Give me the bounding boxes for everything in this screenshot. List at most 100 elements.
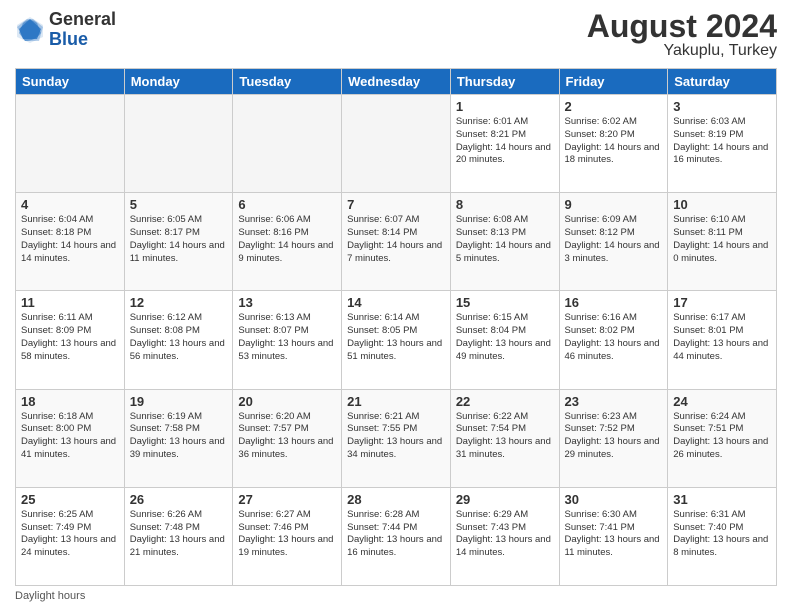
day-info: Sunrise: 6:08 AM Sunset: 8:13 PM Dayligh…: [456, 214, 554, 265]
day-info: Sunrise: 6:29 AM Sunset: 7:43 PM Dayligh…: [456, 509, 554, 560]
week-row-1: 1Sunrise: 6:01 AM Sunset: 8:21 PM Daylig…: [16, 95, 777, 193]
day-info: Sunrise: 6:16 AM Sunset: 8:02 PM Dayligh…: [565, 312, 663, 363]
calendar-cell: 1Sunrise: 6:01 AM Sunset: 8:21 PM Daylig…: [450, 95, 559, 193]
calendar-cell: 7Sunrise: 6:07 AM Sunset: 8:14 PM Daylig…: [342, 193, 451, 291]
day-number: 11: [21, 295, 119, 310]
day-info: Sunrise: 6:12 AM Sunset: 8:08 PM Dayligh…: [130, 312, 228, 363]
day-number: 12: [130, 295, 228, 310]
day-number: 4: [21, 197, 119, 212]
day-number: 7: [347, 197, 445, 212]
day-number: 23: [565, 394, 663, 409]
weekday-header-sunday: Sunday: [16, 69, 125, 95]
calendar-cell: 9 Sunrise: 6:09 AM Sunset: 8:12 PM Daylig…: [559, 193, 668, 291]
calendar-cell: 3 Sunrise: 6:03 AM Sunset: 8:19 PM Daylig…: [668, 95, 777, 193]
day-number: 17: [673, 295, 771, 310]
weekday-header-friday: Friday: [559, 69, 668, 95]
weekday-header-monday: Monday: [124, 69, 233, 95]
weekday-header-row: SundayMondayTuesdayWednesdayThursdayFrid…: [16, 69, 777, 95]
calendar-cell: 31 Sunrise: 6:31 AM Sunset: 7:40 PM Dayli…: [668, 487, 777, 585]
day-number: 10: [673, 197, 771, 212]
day-info: Sunrise: 6:03 AM Sunset: 8:19 PM Dayligh…: [673, 116, 771, 167]
logo: General Blue: [15, 10, 116, 50]
day-info: Sunrise: 6:11 AM Sunset: 8:09 PM Dayligh…: [21, 312, 119, 363]
day-info: Sunrise: 6:28 AM Sunset: 7:44 PM Dayligh…: [347, 509, 445, 560]
calendar-cell: 13Sunrise: 6:13 AM Sunset: 8:07 PM Dayli…: [233, 291, 342, 389]
day-number: 19: [130, 394, 228, 409]
weekday-header-wednesday: Wednesday: [342, 69, 451, 95]
calendar-cell: 23 Sunrise: 6:23 AM Sunset: 7:52 PM Dayli…: [559, 389, 668, 487]
weekday-header-saturday: Saturday: [668, 69, 777, 95]
day-info: Sunrise: 6:22 AM Sunset: 7:54 PM Dayligh…: [456, 411, 554, 462]
day-number: 18: [21, 394, 119, 409]
calendar-cell: 21 Sunrise: 6:21 AM Sunset: 7:55 PM Dayli…: [342, 389, 451, 487]
day-number: 3: [673, 99, 771, 114]
title-block: August 2024 Yakuplu, Turkey: [587, 10, 777, 60]
day-info: Sunrise: 6:23 AM Sunset: 7:52 PM Dayligh…: [565, 411, 663, 462]
calendar-cell: 4 Sunrise: 6:04 AM Sunset: 8:18 PM Daylig…: [16, 193, 125, 291]
day-info: Sunrise: 6:25 AM Sunset: 7:49 PM Dayligh…: [21, 509, 119, 560]
day-number: 30: [565, 492, 663, 507]
day-number: 26: [130, 492, 228, 507]
day-info: Sunrise: 6:24 AM Sunset: 7:51 PM Dayligh…: [673, 411, 771, 462]
calendar-cell: 6Sunrise: 6:06 AM Sunset: 8:16 PM Daylig…: [233, 193, 342, 291]
logo-general-text: General: [49, 9, 116, 29]
day-number: 13: [238, 295, 336, 310]
day-info: Sunrise: 6:27 AM Sunset: 7:46 PM Dayligh…: [238, 509, 336, 560]
calendar-table: SundayMondayTuesdayWednesdayThursdayFrid…: [15, 68, 777, 586]
weekday-header-tuesday: Tuesday: [233, 69, 342, 95]
day-info: Sunrise: 6:05 AM Sunset: 8:17 PM Dayligh…: [130, 214, 228, 265]
day-info: Sunrise: 6:14 AM Sunset: 8:05 PM Dayligh…: [347, 312, 445, 363]
day-number: 14: [347, 295, 445, 310]
calendar-cell: 30 Sunrise: 6:30 AM Sunset: 7:41 PM Dayli…: [559, 487, 668, 585]
page: General Blue August 2024 Yakuplu, Turkey…: [0, 0, 792, 612]
day-number: 28: [347, 492, 445, 507]
calendar-cell: [124, 95, 233, 193]
week-row-4: 18 Sunrise: 6:18 AM Sunset: 8:00 PM Dayli…: [16, 389, 777, 487]
day-info: Sunrise: 6:30 AM Sunset: 7:41 PM Dayligh…: [565, 509, 663, 560]
calendar-cell: 28 Sunrise: 6:28 AM Sunset: 7:44 PM Dayli…: [342, 487, 451, 585]
day-info: Sunrise: 6:20 AM Sunset: 7:57 PM Dayligh…: [238, 411, 336, 462]
calendar-cell: [233, 95, 342, 193]
calendar-cell: 12 Sunrise: 6:12 AM Sunset: 8:08 PM Dayli…: [124, 291, 233, 389]
day-number: 1: [456, 99, 554, 114]
day-number: 5: [130, 197, 228, 212]
logo-icon: [15, 15, 45, 45]
calendar-cell: 22 Sunrise: 6:22 AM Sunset: 7:54 PM Dayli…: [450, 389, 559, 487]
day-info: Sunrise: 6:15 AM Sunset: 8:04 PM Dayligh…: [456, 312, 554, 363]
calendar-cell: 10Sunrise: 6:10 AM Sunset: 8:11 PM Dayli…: [668, 193, 777, 291]
day-info: Sunrise: 6:06 AM Sunset: 8:16 PM Dayligh…: [238, 214, 336, 265]
week-row-2: 4 Sunrise: 6:04 AM Sunset: 8:18 PM Daylig…: [16, 193, 777, 291]
day-info: Sunrise: 6:21 AM Sunset: 7:55 PM Dayligh…: [347, 411, 445, 462]
day-number: 24: [673, 394, 771, 409]
calendar-cell: 24 Sunrise: 6:24 AM Sunset: 7:51 PM Dayli…: [668, 389, 777, 487]
week-row-3: 11 Sunrise: 6:11 AM Sunset: 8:09 PM Dayli…: [16, 291, 777, 389]
day-info: Sunrise: 6:02 AM Sunset: 8:20 PM Dayligh…: [565, 116, 663, 167]
day-number: 31: [673, 492, 771, 507]
calendar-cell: 18 Sunrise: 6:18 AM Sunset: 8:00 PM Dayli…: [16, 389, 125, 487]
calendar-cell: 19 Sunrise: 6:19 AM Sunset: 7:58 PM Dayli…: [124, 389, 233, 487]
calendar-cell: 15 Sunrise: 6:15 AM Sunset: 8:04 PM Dayli…: [450, 291, 559, 389]
calendar-cell: 27Sunrise: 6:27 AM Sunset: 7:46 PM Dayli…: [233, 487, 342, 585]
day-info: Sunrise: 6:31 AM Sunset: 7:40 PM Dayligh…: [673, 509, 771, 560]
footer-note: Daylight hours: [15, 590, 777, 602]
day-number: 8: [456, 197, 554, 212]
calendar-cell: 5 Sunrise: 6:05 AM Sunset: 8:17 PM Daylig…: [124, 193, 233, 291]
month-year: August 2024: [587, 10, 777, 42]
logo-blue-text: Blue: [49, 29, 88, 49]
calendar-cell: [342, 95, 451, 193]
weekday-header-thursday: Thursday: [450, 69, 559, 95]
day-number: 22: [456, 394, 554, 409]
day-number: 21: [347, 394, 445, 409]
day-number: 25: [21, 492, 119, 507]
calendar-cell: 26Sunrise: 6:26 AM Sunset: 7:48 PM Dayli…: [124, 487, 233, 585]
day-info: Sunrise: 6:04 AM Sunset: 8:18 PM Dayligh…: [21, 214, 119, 265]
calendar-cell: 16 Sunrise: 6:16 AM Sunset: 8:02 PM Dayli…: [559, 291, 668, 389]
calendar-cell: 25 Sunrise: 6:25 AM Sunset: 7:49 PM Dayli…: [16, 487, 125, 585]
day-number: 16: [565, 295, 663, 310]
day-info: Sunrise: 6:18 AM Sunset: 8:00 PM Dayligh…: [21, 411, 119, 462]
day-number: 9: [565, 197, 663, 212]
day-info: Sunrise: 6:19 AM Sunset: 7:58 PM Dayligh…: [130, 411, 228, 462]
calendar-cell: 14 Sunrise: 6:14 AM Sunset: 8:05 PM Dayli…: [342, 291, 451, 389]
day-info: Sunrise: 6:09 AM Sunset: 8:12 PM Dayligh…: [565, 214, 663, 265]
day-number: 15: [456, 295, 554, 310]
